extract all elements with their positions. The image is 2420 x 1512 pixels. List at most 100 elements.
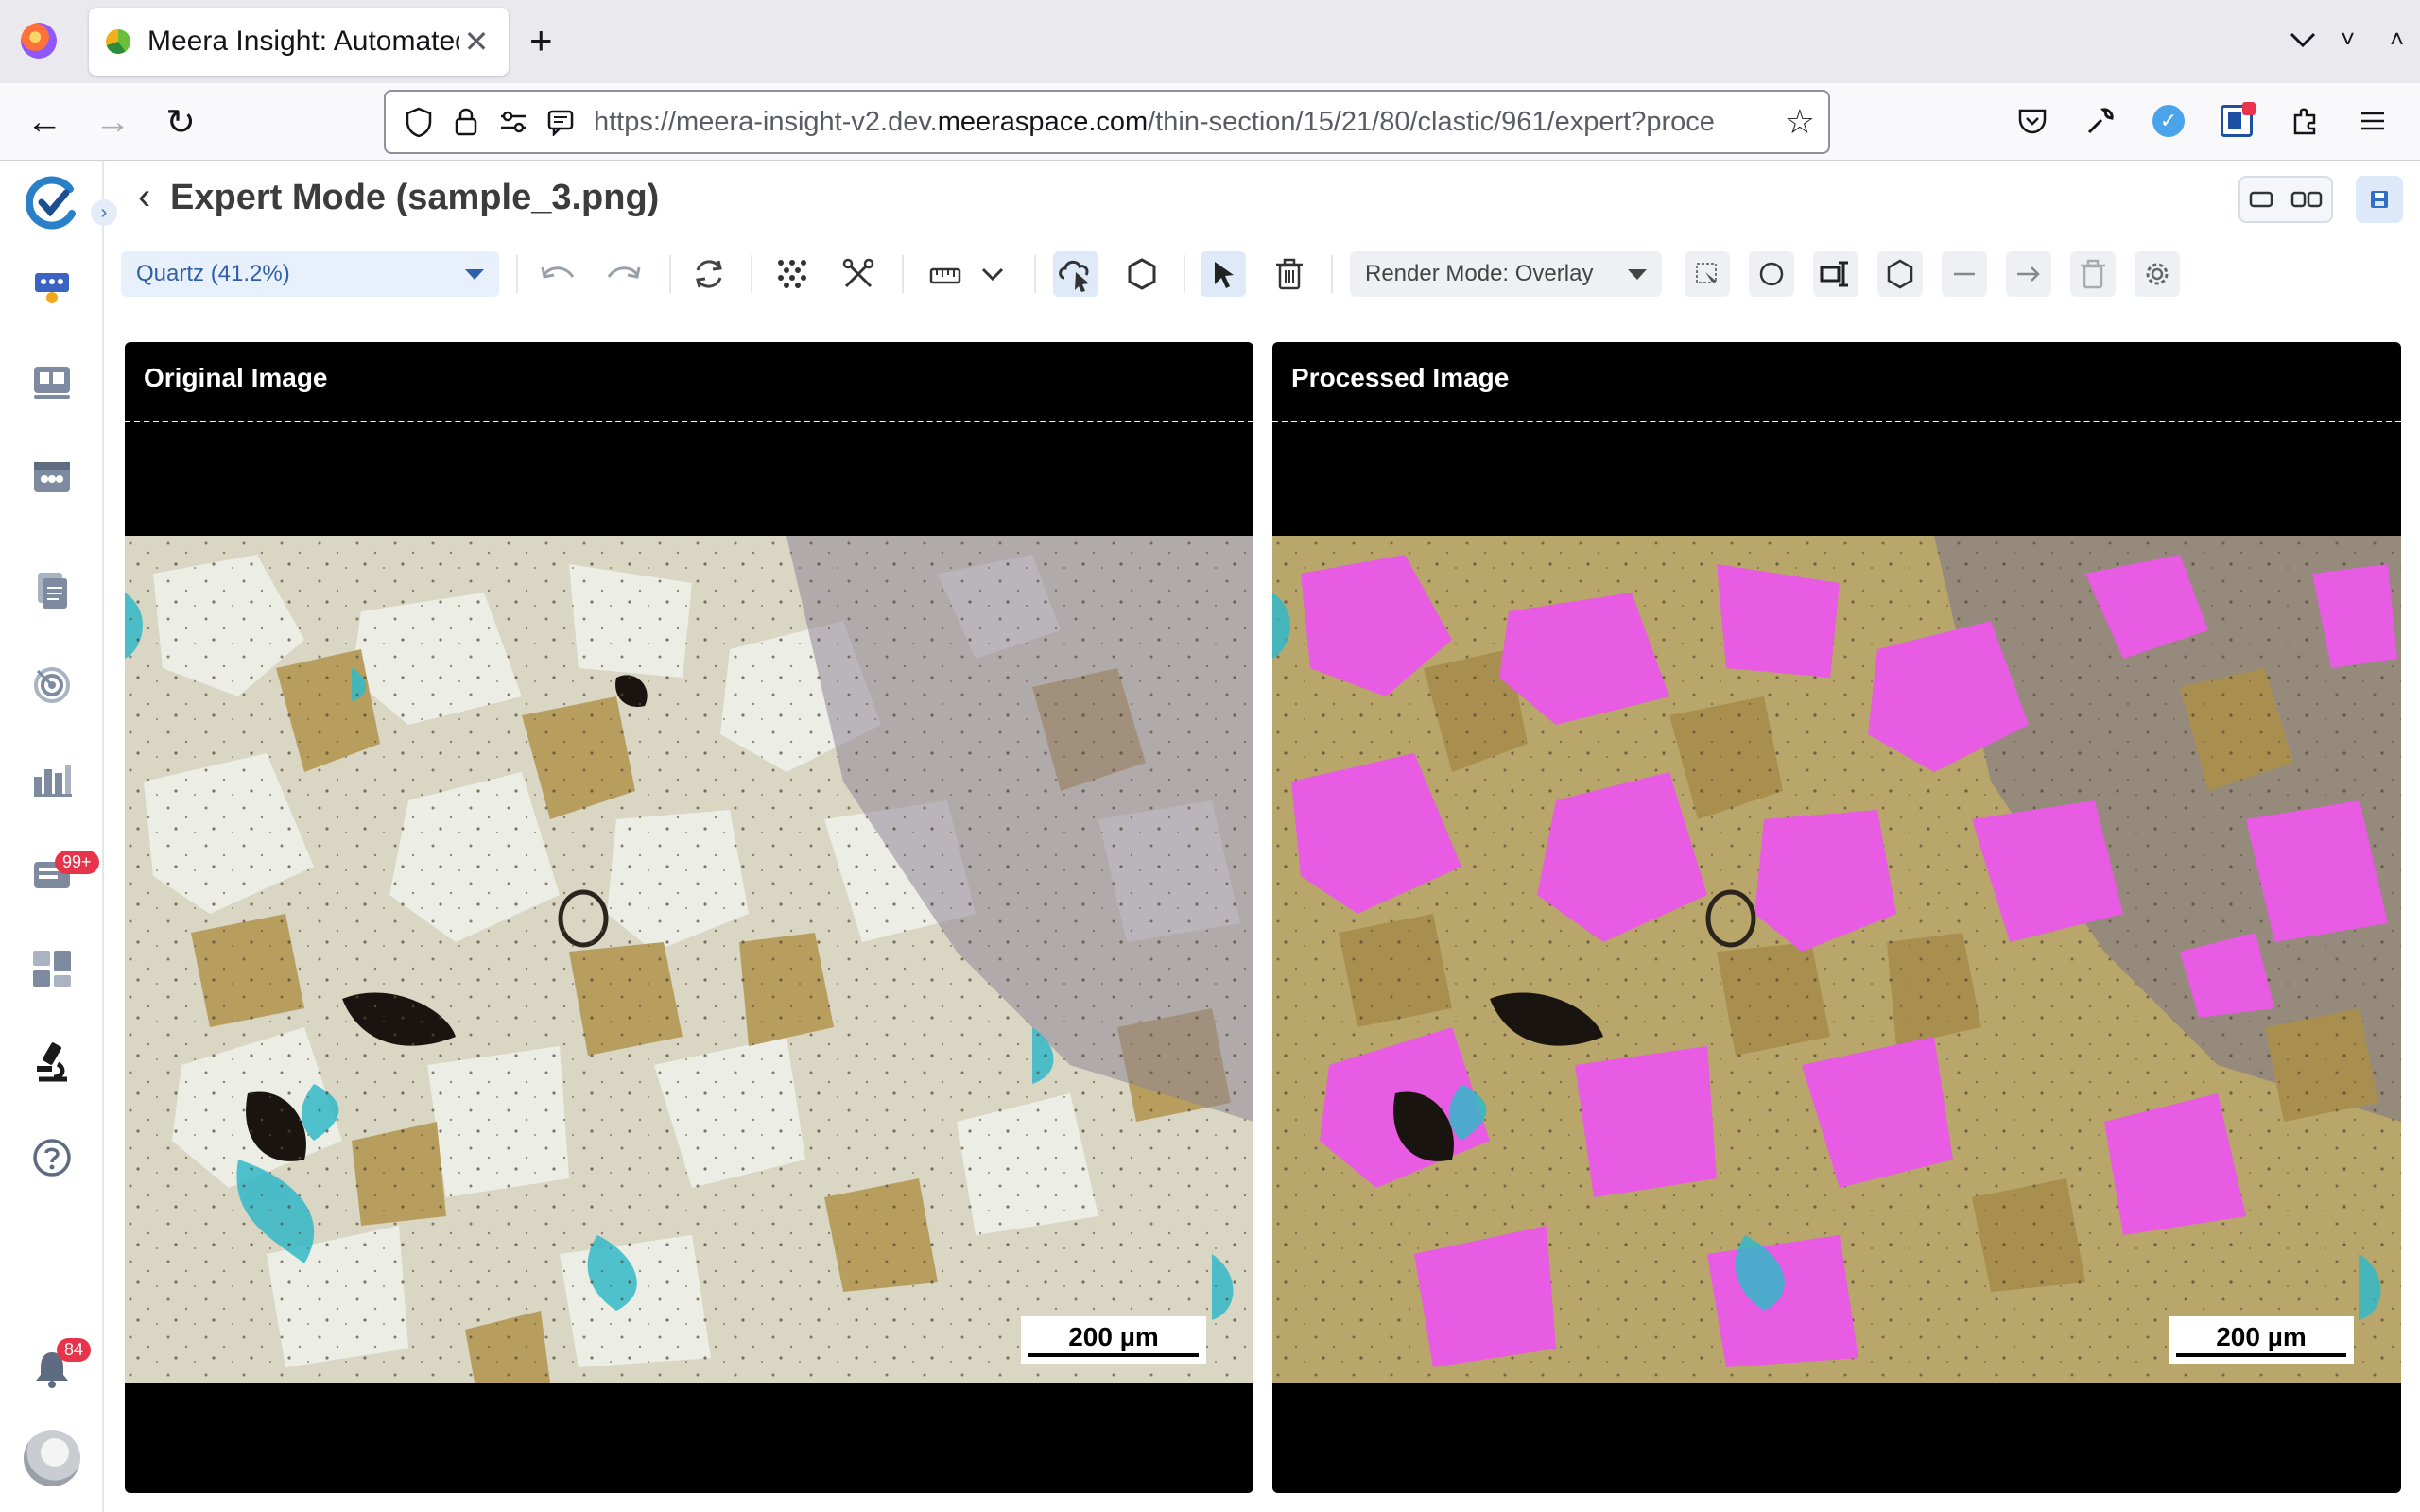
notifications-count-badge: 84 (57, 1338, 92, 1362)
browser-tab-bar: Meera Insight: Automated ✕ + ˅ ˄ (0, 0, 2420, 83)
sidebar-item-documents-icon[interactable] (28, 567, 76, 614)
extension-blue-icon[interactable]: ✓ (2148, 100, 2189, 142)
undo-icon (541, 266, 575, 279)
gear-icon (2146, 263, 2169, 285)
original-thin-section-image[interactable]: 200 µm (125, 536, 1253, 1383)
user-avatar[interactable] (23, 1429, 81, 1487)
sidebar-item-microscope-icon[interactable] (28, 1040, 76, 1087)
url-domain: meeraspace.com (937, 106, 1149, 137)
toolbar-divider (1184, 255, 1185, 293)
save-disk-icon (2371, 191, 2388, 208)
split-view-icon[interactable] (2290, 190, 2323, 209)
reload-icon[interactable]: ↻ (153, 94, 208, 149)
sidebar-item-layout-icon[interactable] (28, 945, 76, 992)
url-prefix: https://meera-insight-v2.dev. (594, 106, 938, 137)
pocket-icon[interactable] (2012, 100, 2053, 142)
save-button[interactable] (2356, 176, 2403, 223)
points-button[interactable] (769, 251, 815, 297)
panel-divider (125, 421, 1253, 422)
trash-icon (1276, 258, 1303, 290)
firefox-icon[interactable] (21, 23, 57, 59)
redo-icon (607, 266, 641, 279)
sidebar-item-groups-icon[interactable] (28, 454, 76, 501)
back-arrow-icon[interactable]: ← (17, 94, 72, 149)
circle-tool-button[interactable] (1749, 251, 1794, 297)
text-cursor-icon (1820, 261, 1848, 287)
redo-button[interactable] (601, 251, 647, 297)
scale-bar: 200 µm (2169, 1316, 2354, 1364)
toolbar-divider (1331, 255, 1333, 293)
scale-bar-line (2176, 1353, 2346, 1357)
render-mode-select[interactable]: Render Mode: Overlay (1350, 251, 1662, 297)
hexagon-icon (1887, 259, 1913, 289)
delete-annotation-button[interactable] (2070, 251, 2116, 297)
line-tool-button[interactable] (1942, 251, 1987, 297)
tab-list-chevron-icon[interactable] (2286, 23, 2320, 57)
select-region-button[interactable] (1685, 251, 1730, 297)
scale-bar-label: 200 µm (2216, 1322, 2307, 1351)
text-label-button[interactable] (1813, 251, 1858, 297)
panel-divider (1272, 421, 2401, 422)
back-chevron-icon[interactable]: ‹ (138, 176, 150, 218)
url-path: /thin-section/15/21/80/clastic/961/exper… (1148, 106, 1715, 137)
pointer-arrow-icon (1215, 262, 1234, 288)
toolbar-divider (669, 255, 671, 293)
app-sidebar: › 99+ 84 (0, 161, 117, 1512)
circle-icon (1759, 262, 1784, 286)
smart-select-button[interactable] (1053, 251, 1098, 297)
browser-tab[interactable]: Meera Insight: Automated ✕ (89, 8, 509, 76)
page-header: ‹ Expert Mode (sample_3.png) (104, 161, 2420, 236)
chevron-down-icon (465, 268, 484, 280)
wrench-icon[interactable] (2080, 100, 2121, 142)
cut-tool-button[interactable] (836, 251, 881, 297)
minimize-icon[interactable]: ˅ (2341, 25, 2355, 54)
tab-close-icon[interactable]: ✕ (461, 24, 492, 60)
chevron-down-icon (981, 267, 1004, 282)
editor-toolbar: Quartz (41.2%) Render Mode: Overlay (104, 236, 2420, 312)
select-region-icon (1696, 263, 1717, 286)
shield-icon[interactable] (395, 98, 442, 146)
sidebar-item-chart-icon[interactable] (28, 756, 76, 803)
arrow-right-icon (2017, 266, 2040, 282)
polygon-button[interactable] (1119, 251, 1165, 297)
view-mode-toggle[interactable] (2238, 176, 2333, 223)
maximize-icon[interactable]: ˄ (2390, 25, 2404, 54)
mineral-class-select[interactable]: Quartz (41.2%) (121, 251, 499, 297)
sidebar-item-target-icon[interactable] (28, 662, 76, 709)
points-grid-icon (778, 260, 806, 288)
sidebar-item-help-icon[interactable] (28, 1134, 76, 1181)
site-favicon-icon (106, 29, 130, 54)
measure-button[interactable] (923, 251, 968, 297)
new-tab-button[interactable]: + (529, 21, 553, 60)
render-mode-value: Render Mode: Overlay (1365, 261, 1594, 286)
arrow-tool-button[interactable] (2006, 251, 2051, 297)
reader-view-icon[interactable] (537, 98, 584, 146)
processed-image-panel: Processed Image 200 µm (1272, 342, 2401, 1493)
hamburger-menu-icon[interactable] (2352, 100, 2394, 142)
refresh-button[interactable] (686, 251, 732, 297)
delete-button[interactable] (1267, 251, 1312, 297)
app-logo-icon[interactable] (25, 174, 81, 231)
permissions-icon[interactable] (490, 98, 537, 146)
processed-image-title: Processed Image (1291, 363, 1510, 392)
single-view-icon[interactable] (2249, 190, 2273, 209)
polygon-tool-button[interactable] (1877, 251, 1923, 297)
processed-thin-section-image[interactable]: 200 µm (1272, 536, 2401, 1383)
url-text[interactable]: https://meera-insight-v2.dev.meeraspace.… (594, 107, 1766, 138)
cloud-cursor-icon (1059, 260, 1089, 292)
lock-icon[interactable] (442, 98, 490, 146)
scissors-icon (842, 258, 874, 288)
sidebar-item-team-icon[interactable] (28, 265, 76, 312)
bookmark-star-icon[interactable]: ☆ (1785, 102, 1815, 142)
sidebar-item-dashboard-icon[interactable] (28, 359, 76, 406)
extensions-puzzle-icon[interactable] (2284, 100, 2325, 142)
mineral-class-value: Quartz (41.2%) (136, 261, 290, 286)
extension-ms-icon[interactable] (2216, 100, 2257, 142)
measure-dropdown-button[interactable] (970, 251, 1015, 297)
url-bar[interactable]: https://meera-insight-v2.dev.meeraspace.… (384, 90, 1830, 154)
select-pointer-button[interactable] (1201, 251, 1246, 297)
annotation-settings-button[interactable] (2135, 251, 2180, 297)
undo-button[interactable] (535, 251, 580, 297)
forward-arrow-icon[interactable]: → (85, 94, 140, 149)
refresh-icon (696, 260, 722, 288)
